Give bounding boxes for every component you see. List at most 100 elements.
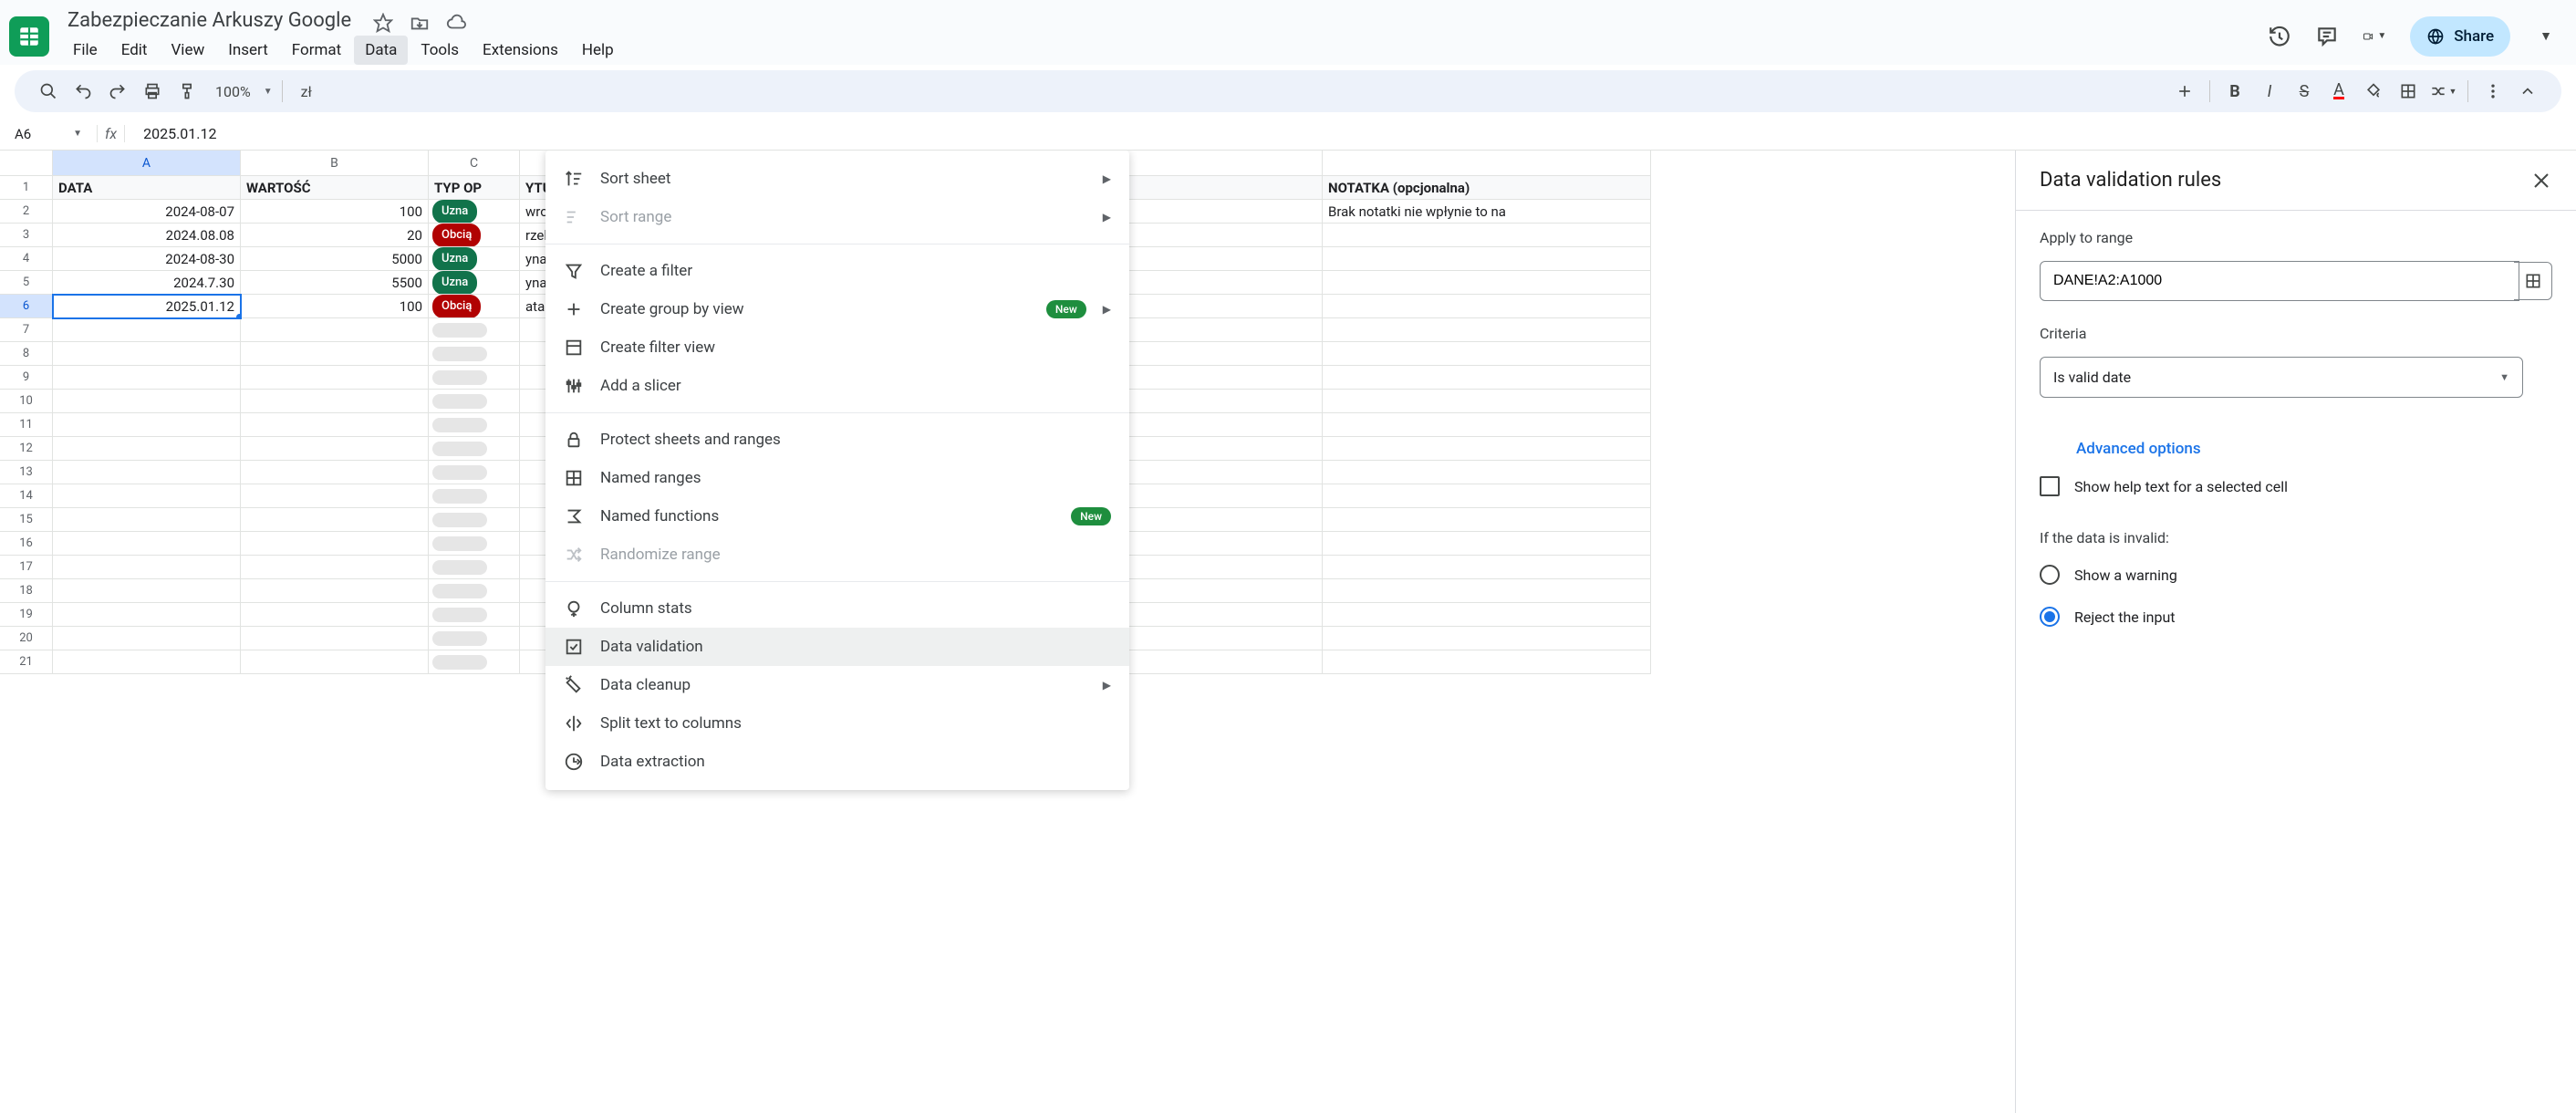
cell[interactable] [53, 603, 241, 627]
fx-icon[interactable]: fx [97, 125, 125, 142]
cell[interactable]: 100 [241, 200, 429, 224]
cell[interactable] [429, 318, 520, 342]
document-title[interactable]: Zabezpieczanie Arkuszy Google [62, 7, 357, 34]
cell[interactable] [241, 508, 429, 532]
cell[interactable]: 5000 [241, 247, 429, 271]
row-header[interactable]: 16 [0, 532, 53, 556]
insert-icon[interactable] [2169, 76, 2200, 107]
cell[interactable]: 2024-08-30 [53, 247, 241, 271]
cell[interactable] [1323, 603, 1651, 627]
menu-split-text[interactable]: Split text to columns [545, 704, 1129, 743]
row-header[interactable]: 3 [0, 224, 53, 247]
cell[interactable] [241, 366, 429, 390]
cell[interactable]: WARTOŚĆ [241, 176, 429, 200]
borders-icon[interactable] [2393, 76, 2424, 107]
cell[interactable] [53, 366, 241, 390]
cell[interactable] [429, 508, 520, 532]
advanced-options-link[interactable]: Advanced options [2040, 431, 2552, 462]
cell[interactable]: 100 [241, 295, 429, 318]
cell[interactable]: Brak notatki nie wpłynie to na [1323, 200, 1651, 224]
row-header[interactable]: 17 [0, 556, 53, 579]
cell[interactable] [241, 556, 429, 579]
cell[interactable] [1323, 413, 1651, 437]
move-icon[interactable] [410, 13, 430, 33]
cell[interactable] [241, 603, 429, 627]
menu-create-filter[interactable]: Create a filter [545, 252, 1129, 290]
row-header[interactable]: 11 [0, 413, 53, 437]
col-header-e[interactable] [1323, 151, 1651, 176]
cell[interactable] [53, 627, 241, 650]
cell[interactable] [1323, 627, 1651, 650]
cell[interactable] [1323, 650, 1651, 674]
cell[interactable] [53, 342, 241, 366]
currency-format[interactable]: zł [292, 83, 321, 100]
reject-input-radio[interactable] [2040, 607, 2060, 627]
cell[interactable]: 2024.7.30 [53, 271, 241, 295]
criteria-select[interactable]: Is valid date ▼ [2040, 357, 2523, 398]
name-box[interactable]: A6▼ [15, 126, 88, 142]
bold-icon[interactable]: B [2219, 76, 2250, 107]
cell[interactable] [241, 413, 429, 437]
cell[interactable] [429, 390, 520, 413]
cell[interactable] [429, 627, 520, 650]
cell[interactable] [429, 413, 520, 437]
row-header[interactable]: 14 [0, 484, 53, 508]
row-header[interactable]: 2 [0, 200, 53, 224]
strikethrough-icon[interactable]: S [2289, 76, 2320, 107]
row-header[interactable]: 10 [0, 390, 53, 413]
cell[interactable]: Obcią [429, 224, 520, 247]
cell[interactable] [429, 366, 520, 390]
history-icon[interactable] [2268, 25, 2291, 48]
cell[interactable] [53, 508, 241, 532]
menu-data-cleanup[interactable]: Data cleanup ▶ [545, 666, 1129, 704]
formula-input[interactable]: 2025.01.12 [134, 123, 2561, 144]
menu-create-filter-view[interactable]: Create filter view [545, 328, 1129, 367]
select-range-icon[interactable] [2514, 262, 2552, 300]
row-header[interactable]: 9 [0, 366, 53, 390]
cell[interactable] [1323, 271, 1651, 295]
sheets-logo[interactable] [9, 16, 49, 57]
cell[interactable]: Uzna [429, 247, 520, 271]
cell[interactable]: TYP OP [429, 176, 520, 200]
cell[interactable] [53, 484, 241, 508]
row-header[interactable]: 5 [0, 271, 53, 295]
paint-format-icon[interactable] [171, 76, 203, 107]
cell[interactable]: Obcią [429, 295, 520, 318]
cell[interactable] [1323, 461, 1651, 484]
cell[interactable] [241, 342, 429, 366]
menu-data-extraction[interactable]: Data extraction [545, 743, 1129, 781]
row-header[interactable]: 13 [0, 461, 53, 484]
search-icon[interactable] [33, 76, 64, 107]
redo-icon[interactable] [102, 76, 133, 107]
col-header-c[interactable]: C [429, 151, 520, 176]
zoom-dropdown-icon[interactable]: ▼ [264, 87, 273, 97]
merge-icon[interactable]: ▼ [2427, 76, 2458, 107]
undo-icon[interactable] [68, 76, 99, 107]
row-header[interactable]: 4 [0, 247, 53, 271]
select-all-corner[interactable] [0, 151, 53, 176]
cell[interactable] [429, 603, 520, 627]
row-header[interactable]: 8 [0, 342, 53, 366]
cell[interactable]: Uzna [429, 200, 520, 224]
menu-format[interactable]: Format [281, 36, 352, 65]
menu-named-functions[interactable]: Named functions New [545, 497, 1129, 536]
close-icon[interactable] [2530, 170, 2552, 192]
show-warning-radio[interactable] [2040, 565, 2060, 585]
row-header[interactable]: 7 [0, 318, 53, 342]
star-icon[interactable] [373, 13, 393, 33]
menu-data-validation[interactable]: Data validation [545, 628, 1129, 666]
cell[interactable] [53, 461, 241, 484]
menu-add-slicer[interactable]: Add a slicer [545, 367, 1129, 405]
zoom-level[interactable]: 100% [206, 83, 260, 100]
menu-edit[interactable]: Edit [110, 36, 159, 65]
menu-create-group-view[interactable]: Create group by view New ▶ [545, 290, 1129, 328]
cell[interactable] [241, 390, 429, 413]
menu-file[interactable]: File [62, 36, 109, 65]
share-button[interactable]: Share [2410, 16, 2510, 57]
cell[interactable] [241, 484, 429, 508]
cell[interactable] [1323, 390, 1651, 413]
cell[interactable]: Uzna [429, 271, 520, 295]
cell[interactable] [429, 484, 520, 508]
cell[interactable] [429, 532, 520, 556]
cell[interactable]: DATA [53, 176, 241, 200]
